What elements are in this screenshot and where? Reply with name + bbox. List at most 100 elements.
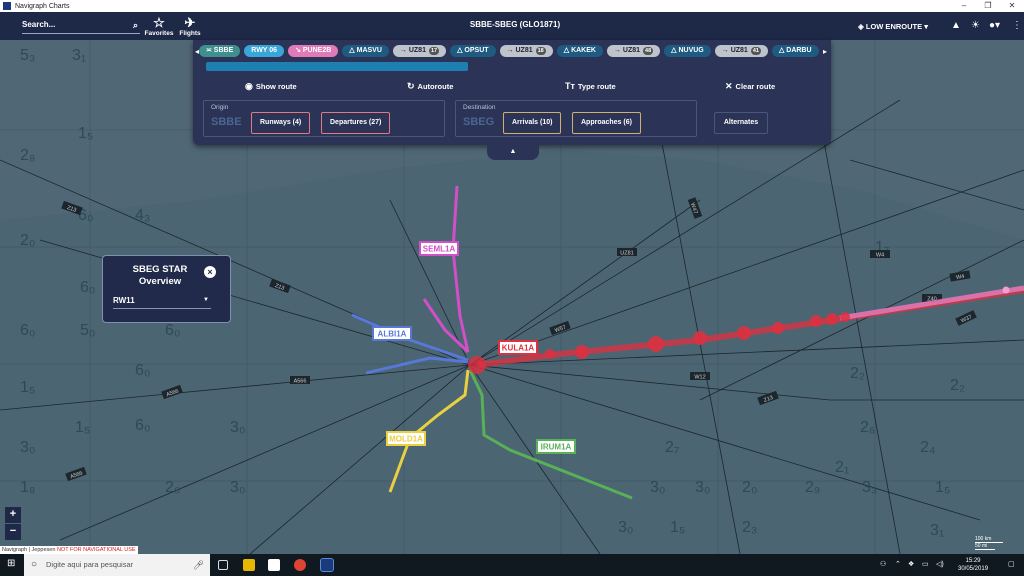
procedure-label-mold1a[interactable]: MOLD1A <box>386 431 426 446</box>
clear-route-button[interactable]: ✕ Clear route <box>725 81 775 92</box>
close-window-button[interactable]: ✕ <box>1000 0 1024 12</box>
route-chip-pune2b[interactable]: ↘ PUNE2B <box>288 45 339 57</box>
close-icon: × <box>207 267 213 277</box>
origin-code[interactable]: SBBE <box>211 116 242 128</box>
star-overview-panel: SBEG STAR Overview × RW11 ▼ <box>102 255 231 323</box>
zoom-out-button[interactable]: − <box>5 524 21 540</box>
favorites-button[interactable]: ☆ Favorites <box>142 15 176 37</box>
north-up-icon[interactable]: ▲ <box>951 20 961 31</box>
top-bar: Search... ⌕ ☆ Favorites ✈ Flights SBBE-S… <box>0 12 1024 40</box>
collapse-panel-button[interactable]: ▲ <box>487 145 539 160</box>
network-icon[interactable]: ▭ <box>922 560 929 568</box>
layer-selector[interactable]: ◈ LOW ENROUTE ▾ <box>858 22 928 31</box>
mora-value: 2₁ <box>835 459 849 476</box>
svg-text:UZ81: UZ81 <box>620 251 633 257</box>
svg-text:W4: W4 <box>876 253 884 259</box>
route-chip-label: → UZ81 <box>506 47 533 54</box>
svg-text:MOLD1A: MOLD1A <box>389 435 423 444</box>
route-chip-sbbe[interactable]: ≍ SBBE <box>199 45 241 57</box>
route-chip-opsut[interactable]: △ OPSUT <box>450 45 496 57</box>
origin-label: Origin <box>211 104 229 111</box>
taskbar-clock[interactable]: 15:29 30/05/2019 <box>958 557 988 573</box>
dropbox-icon[interactable]: ❖ <box>908 560 914 568</box>
route-chip-uz81[interactable]: → UZ81 48 <box>606 45 661 57</box>
arrivals-button[interactable]: Arrivals (10) <box>503 112 562 134</box>
route-chip-uz81[interactable]: → UZ81 41 <box>714 45 768 57</box>
taskbar-search-placeholder: Digite aqui para pesquisar <box>46 560 134 569</box>
navigraph-taskbar-icon[interactable] <box>320 558 334 572</box>
mora-value: 2₀ <box>742 479 758 496</box>
mora-value: 2₃ <box>742 519 757 536</box>
scale-nm: 50 mi <box>975 543 995 550</box>
mora-value: 3₀ <box>230 419 246 436</box>
procedure-label-seml1a[interactable]: SEML1A <box>419 241 459 256</box>
approaches-button[interactable]: Approaches (6) <box>572 112 641 134</box>
people-icon[interactable]: ⚇ <box>880 560 886 568</box>
type-route-button[interactable]: Tт Type route <box>565 81 616 91</box>
mora-value: 1₅ <box>20 379 35 396</box>
route-title: SBBE-SBEG (GLO1871) <box>469 20 561 29</box>
route-chip-label: △ OPSUT <box>457 47 489 54</box>
runway-select[interactable]: RW11 ▼ <box>113 296 211 309</box>
route-chip-kakek[interactable]: △ KAKEK <box>556 45 603 57</box>
departures-button[interactable]: Departures (27) <box>321 112 391 134</box>
route-chip-masvu[interactable]: △ MASVU <box>342 45 389 57</box>
route-chip-label: △ NUVUG <box>671 47 704 54</box>
search-input[interactable]: Search... ⌕ <box>22 18 140 34</box>
mora-value: 6₀ <box>135 417 151 434</box>
star-overview-title: SBEG STAR Overview <box>132 264 188 287</box>
procedure-label-irum1a[interactable]: IRUM1A <box>536 439 576 454</box>
mora-value: 6₀ <box>20 322 36 339</box>
route-chip-uz81[interactable]: → UZ81 18 <box>499 45 553 57</box>
mora-value: 2₂ <box>950 377 965 394</box>
route-chip-rwy-06[interactable]: RWY 06 <box>244 45 285 57</box>
windows-start-icon[interactable]: ⊞ <box>7 558 15 569</box>
layers-icon: ◈ <box>858 22 866 31</box>
more-menu-icon[interactable]: ⋮ <box>1012 20 1022 31</box>
mail-icon[interactable] <box>268 559 280 571</box>
autoroute-button[interactable]: ↻ Autoroute <box>407 81 453 92</box>
account-icon[interactable]: ●▾ <box>989 20 1000 31</box>
notifications-icon[interactable]: ▢ <box>1008 560 1015 568</box>
alternates-button[interactable]: Alternates <box>714 112 768 134</box>
close-star-panel-button[interactable]: × <box>204 266 216 278</box>
maximize-button[interactable]: ❐ <box>976 0 1000 12</box>
airway-segment-count: 48 <box>643 47 654 55</box>
airway-label: A566 <box>290 376 310 385</box>
show-route-button[interactable]: ◉ Show route <box>245 81 297 92</box>
route-chip-darbu[interactable]: △ DARBU <box>771 45 819 57</box>
close-icon: ✕ <box>725 81 733 91</box>
airway-segment-count: 18 <box>535 47 546 55</box>
zoom-in-button[interactable]: + <box>5 507 21 523</box>
chevron-down-icon: ▾ <box>922 22 928 31</box>
svg-text:A566: A566 <box>294 379 307 385</box>
taskbar-search-input[interactable]: ○ Digite aqui para pesquisar 🎤︎ <box>24 554 210 576</box>
procedure-label-albi1a[interactable]: ALBI1A <box>372 326 412 341</box>
route-chip-label: → UZ81 <box>613 47 641 54</box>
mora-value: 5₃ <box>20 47 35 64</box>
route-chip-nuvug[interactable]: △ NUVUG <box>664 45 711 57</box>
mora-value: 3₀ <box>650 479 666 496</box>
day-night-icon[interactable]: ☀ <box>971 20 980 31</box>
file-explorer-icon[interactable] <box>243 559 255 571</box>
minimize-button[interactable]: – <box>952 0 976 12</box>
procedure-label-kula1a[interactable]: KULA1A <box>498 340 538 355</box>
route-chip-uz81[interactable]: → UZ81 17 <box>392 45 447 57</box>
mora-value: 2₄ <box>920 439 935 456</box>
mora-value: 1₅ <box>670 519 685 536</box>
route-end-marker <box>1002 286 1010 294</box>
mora-value: 2₈ <box>20 147 36 164</box>
chevron-right-icon[interactable]: ▸ <box>823 47 827 56</box>
mora-value: 2₂ <box>850 365 865 382</box>
flights-button[interactable]: ✈ Flights <box>173 15 207 37</box>
destination-code[interactable]: SBEG <box>463 116 494 128</box>
tray-chevron-up-icon[interactable]: ⌃ <box>895 560 901 568</box>
task-view-icon[interactable] <box>218 560 228 570</box>
volume-icon[interactable]: ◁) <box>936 560 944 568</box>
search-icon[interactable]: ⌕ <box>133 18 138 32</box>
svg-text:W12: W12 <box>694 375 705 381</box>
chrome-icon[interactable] <box>294 559 306 571</box>
mora-value: 3₀ <box>695 479 711 496</box>
runways-button[interactable]: Runways (4) <box>251 112 311 134</box>
microphone-icon[interactable]: 🎤︎ <box>193 554 204 576</box>
